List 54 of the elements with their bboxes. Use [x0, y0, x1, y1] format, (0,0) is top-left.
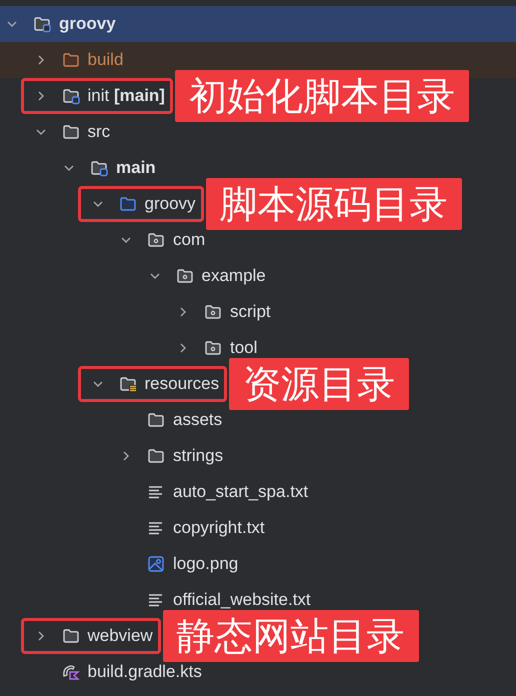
- folder-icon: [118, 195, 136, 213]
- gradle-file-icon: [62, 663, 80, 681]
- tree-item-label: copyright.txt: [173, 519, 265, 537]
- tree-item-label: com: [173, 231, 206, 249]
- tree-item-label: resources: [144, 375, 220, 393]
- tree-item-label: webview: [88, 627, 153, 645]
- folder-icon: [62, 627, 80, 645]
- tree-row[interactable]: main: [0, 150, 156, 186]
- tree-row[interactable]: assets: [0, 402, 222, 438]
- folder-icon: [147, 411, 165, 429]
- folder-icon: [204, 339, 222, 357]
- folder-icon: [33, 15, 51, 33]
- tree-row[interactable]: auto_start_spa.txt: [0, 474, 308, 510]
- folder-icon: [147, 231, 165, 249]
- tree-row[interactable]: resources: [0, 366, 220, 402]
- tree-row[interactable]: script: [0, 294, 271, 330]
- tree-row[interactable]: example: [0, 258, 266, 294]
- tree-item-label: assets: [173, 411, 222, 429]
- annotation-tooltip: 脚本源码目录: [206, 178, 462, 230]
- tree-row[interactable]: groovy: [0, 186, 196, 222]
- folder-icon: [62, 87, 80, 105]
- tree-row[interactable]: strings: [0, 438, 224, 474]
- folder-icon: [90, 159, 108, 177]
- annotation-tooltip: 初始化脚本目录: [174, 70, 469, 122]
- tree-row[interactable]: webview: [0, 618, 153, 654]
- tree-item-label: official_website.txt: [173, 591, 311, 609]
- tree-item-label: main: [116, 159, 156, 177]
- folder-icon: [62, 51, 80, 69]
- folder-icon: [204, 303, 222, 321]
- folder-icon: [147, 447, 165, 465]
- annotation-tooltip: 静态网站目录: [162, 610, 419, 662]
- tree-row[interactable]: groovy: [0, 6, 516, 42]
- tree-row[interactable]: com: [0, 222, 206, 258]
- tree-row[interactable]: logo.png: [0, 546, 238, 582]
- tree-item-label: groovy: [59, 15, 116, 33]
- tree-row[interactable]: src: [0, 114, 110, 150]
- tree-item-label: build.gradle.kts: [88, 663, 202, 681]
- folder-icon: [176, 267, 194, 285]
- folder-icon: [62, 123, 80, 141]
- tree-item-label: auto_start_spa.txt: [173, 483, 308, 501]
- tree-item-label: src: [88, 123, 110, 141]
- annotation-tooltip: 资源目录: [229, 358, 410, 410]
- tree-row[interactable]: init [main]: [0, 78, 165, 114]
- tree-item-label: tool: [230, 339, 258, 357]
- tree-item-label: groovy: [144, 195, 196, 213]
- tree-item-label: build: [88, 51, 124, 69]
- tree-item-label: example: [202, 267, 266, 285]
- tree-item-label: strings: [173, 447, 224, 465]
- tree-item-label: logo.png: [173, 555, 238, 573]
- image-file-icon: [147, 555, 165, 573]
- tree-item-label: init [main]: [88, 87, 165, 105]
- tree-item-label: script: [230, 303, 271, 321]
- tree-row[interactable]: copyright.txt: [0, 510, 265, 546]
- folder-icon: [118, 375, 136, 393]
